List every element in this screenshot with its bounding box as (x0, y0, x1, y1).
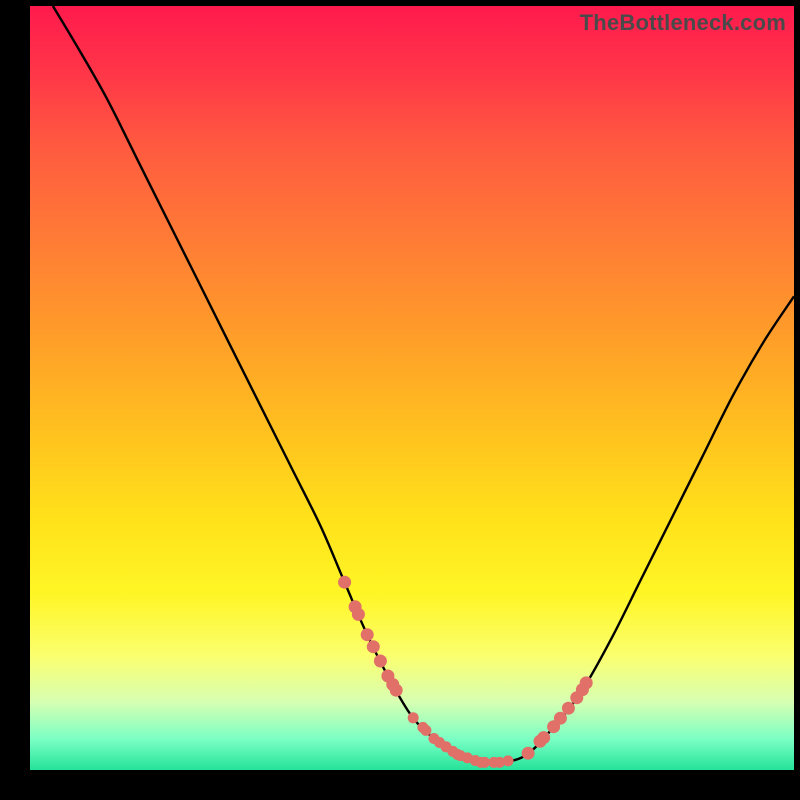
data-dot (503, 755, 514, 766)
data-dot (352, 608, 365, 621)
chart-frame: TheBottleneck.com (0, 0, 800, 800)
data-dot (562, 702, 575, 715)
dot-layer (338, 576, 593, 768)
data-dot (522, 747, 535, 760)
data-dot (338, 576, 351, 589)
data-dot (408, 712, 419, 723)
data-dot (580, 676, 593, 689)
data-dot (537, 731, 550, 744)
chart-overlay (30, 6, 794, 770)
data-dot (374, 655, 387, 668)
curve-path (53, 6, 794, 763)
data-dot (367, 640, 380, 653)
data-dot (361, 628, 374, 641)
data-dot (390, 684, 403, 697)
plot-area: TheBottleneck.com (30, 6, 794, 770)
data-dot (420, 725, 431, 736)
